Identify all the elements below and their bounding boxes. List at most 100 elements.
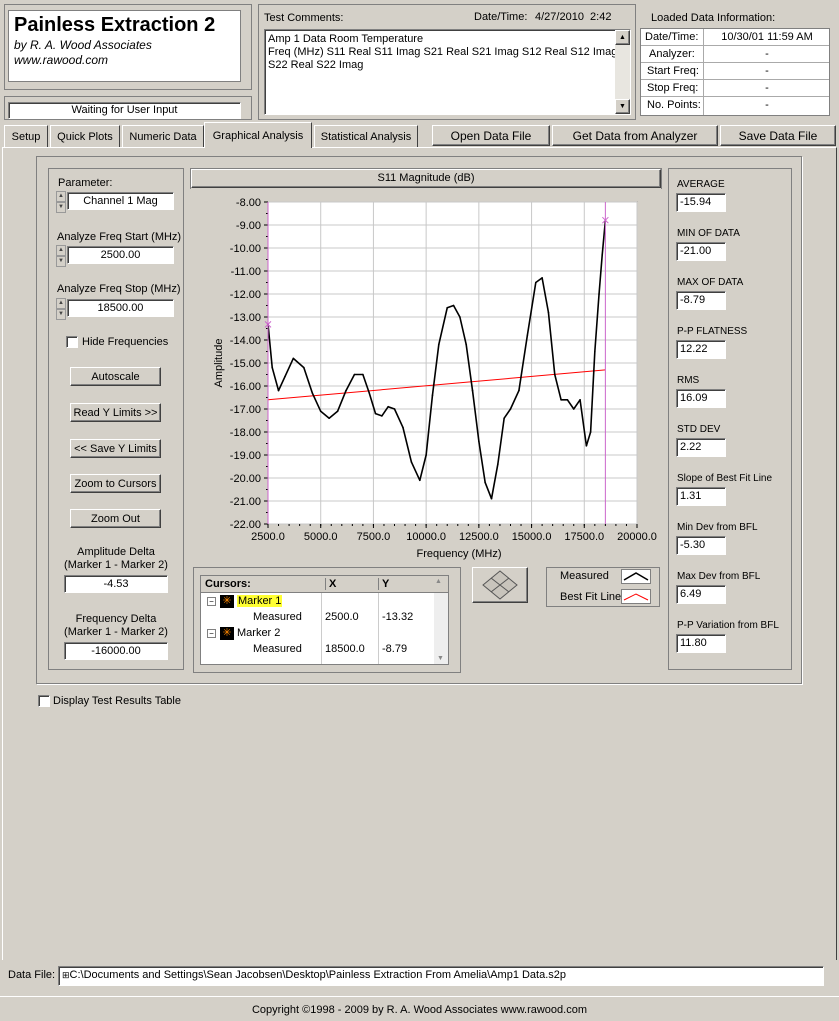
measured-point	[598, 293, 600, 295]
cursor-move-control[interactable]	[472, 567, 528, 603]
cursors-col-y: Y	[378, 578, 389, 590]
comments-scrollbar[interactable]: ▲ ▼	[615, 30, 630, 114]
measured-point	[292, 357, 295, 360]
copyright: Copyright ©1998 - 2009 by R. A. Wood Ass…	[251, 1004, 587, 1016]
marker-2-x: 18500.0	[325, 643, 365, 655]
stop-freq-spinner[interactable]: ▲ ▼	[56, 298, 66, 320]
amplitude-delta-sublabel: (Marker 1 - Marker 2)	[64, 559, 168, 571]
measured-point	[589, 431, 592, 433]
amplitude-delta-label: Amplitude Delta	[77, 546, 155, 558]
save-data-file-button[interactable]: Save Data File	[720, 125, 836, 146]
y-tick-label: -16.00	[230, 381, 261, 393]
cursors-scroll-up[interactable]: ▲	[435, 578, 442, 585]
measured-point	[534, 281, 537, 284]
stat-label: MIN OF DATA	[677, 228, 740, 239]
datetime-value: 4/27/2010 2:42	[535, 11, 612, 23]
loaded-row: Start Freq: -	[641, 63, 829, 80]
marker-1-icon: ✳	[220, 595, 234, 608]
cursors-scrollbar[interactable]: ▼	[434, 593, 448, 664]
cursors-header-row: Cursors: X Y ▲	[201, 576, 448, 593]
data-file-path-text: C:\Documents and Settings\Sean Jacobsen\…	[69, 969, 567, 981]
frequency-delta-sublabel: (Marker 1 - Marker 2)	[64, 626, 168, 638]
cursors-table[interactable]: Cursors: X Y ▲ − ✳ Marker 1 Measured 250…	[200, 575, 449, 665]
measured-point	[518, 389, 520, 392]
collapse-icon[interactable]: −	[207, 629, 216, 638]
measured-point	[585, 445, 588, 447]
logo-panel: Painless Extraction 2 by R. A. Wood Asso…	[8, 10, 241, 82]
measured-point	[425, 454, 427, 456]
x-tick-label: 17500.0	[564, 531, 604, 543]
autoscale-button[interactable]: Autoscale	[70, 367, 161, 386]
measured-point	[560, 399, 562, 401]
stat-value: -21.00	[676, 242, 726, 261]
x-tick-label: 12500.0	[459, 531, 499, 543]
measured-point	[452, 304, 455, 307]
parameter-label: Parameter:	[58, 177, 113, 189]
read-y-limits-button[interactable]: Read Y Limits >>	[70, 403, 161, 422]
loaded-row-value: -	[765, 65, 769, 77]
marker-1-x: 2500.0	[325, 611, 359, 623]
tab-setup[interactable]: Setup	[4, 125, 48, 147]
marker-1-name[interactable]: Marker 1	[237, 595, 283, 607]
measured-point	[402, 426, 404, 429]
tab-graphical-analysis[interactable]: Graphical Analysis	[204, 122, 312, 148]
measured-point	[526, 334, 529, 337]
measured-point	[484, 481, 486, 484]
parameter-select[interactable]: Channel 1 Mag	[67, 192, 174, 210]
stop-freq-input[interactable]: 18500.00	[67, 299, 174, 317]
loaded-row: No. Points: -	[641, 97, 829, 115]
tab-statistical-analysis[interactable]: Statistical Analysis	[314, 125, 418, 147]
y-tick-label: -8.00	[236, 197, 261, 209]
zoom-to-cursors-button[interactable]: Zoom to Cursors	[70, 474, 161, 493]
y-tick-label: -9.00	[236, 220, 261, 232]
parameter-spinner[interactable]: ▲ ▼	[56, 191, 66, 213]
y-tick-label: -20.00	[230, 473, 261, 485]
measured-point	[566, 399, 569, 401]
measured-point	[437, 343, 440, 346]
measured-point	[601, 254, 604, 256]
loaded-row-label: Stop Freq:	[647, 82, 699, 94]
loaded-divider	[703, 29, 704, 115]
get-data-from-analyzer-button[interactable]: Get Data from Analyzer	[552, 125, 718, 146]
stat-value: 16.09	[676, 389, 726, 408]
marker-1-y: -13.32	[382, 611, 414, 623]
x-tick-label: 10000.0	[406, 531, 446, 543]
measured-point	[547, 311, 550, 314]
stat-label: STD DEV	[677, 424, 721, 435]
loaded-row-label: No. Points:	[647, 99, 701, 111]
y-tick-label: -14.00	[230, 335, 261, 347]
measured-point	[368, 392, 371, 394]
comments-textarea[interactable]: Amp 1 Data Room Temperature Freq (MHz) S…	[264, 29, 631, 115]
y-tick-label: -11.00	[231, 266, 261, 278]
marker-2-name[interactable]: Marker 2	[237, 627, 280, 639]
x-tick-label: 5000.0	[304, 531, 338, 543]
display-test-results-checkbox[interactable]	[38, 695, 50, 707]
measured-point	[541, 277, 543, 279]
x-tick-label: 15000.0	[512, 531, 552, 543]
data-file-path[interactable]: ⊞C:\Documents and Settings\Sean Jacobsen…	[58, 966, 824, 986]
stat-label: RMS	[677, 375, 700, 386]
stat-label: Max Dev from BFL	[677, 571, 761, 582]
stat-label: P-P FLATNESS	[677, 326, 748, 337]
app-title: Painless Extraction 2	[14, 14, 216, 36]
tab-quick-plots[interactable]: Quick Plots	[50, 125, 120, 147]
loaded-row-value: -	[765, 48, 769, 60]
scroll-down-button[interactable]: ▼	[615, 99, 630, 114]
collapse-icon[interactable]: −	[207, 597, 216, 606]
zoom-out-button[interactable]: Zoom Out	[70, 509, 161, 528]
y-tick-label: -22.00	[230, 519, 261, 531]
marker-2-sub: Measured	[253, 643, 302, 655]
start-freq-spinner[interactable]: ▲ ▼	[56, 245, 66, 267]
hide-frequencies-checkbox[interactable]	[66, 336, 78, 348]
start-freq-input[interactable]: 2500.00	[67, 246, 174, 264]
comment-line: Amp 1 Data Room Temperature	[268, 33, 424, 45]
legend: Measured Best Fit Line	[546, 567, 660, 607]
cursors-header: Cursors:	[205, 578, 251, 590]
scroll-up-button[interactable]: ▲	[615, 30, 630, 45]
open-data-file-button[interactable]: Open Data File	[432, 125, 550, 146]
measured-point	[271, 366, 274, 369]
save-y-limits-button[interactable]: << Save Y Limits	[70, 439, 161, 458]
s11-magnitude-chart[interactable]: -8.00 -9.00 -10.00 -11.00 -12.00 -13.00 -14.00…	[190, 189, 662, 564]
measured-point	[419, 479, 421, 482]
tab-numeric-data[interactable]: Numeric Data	[122, 125, 204, 147]
